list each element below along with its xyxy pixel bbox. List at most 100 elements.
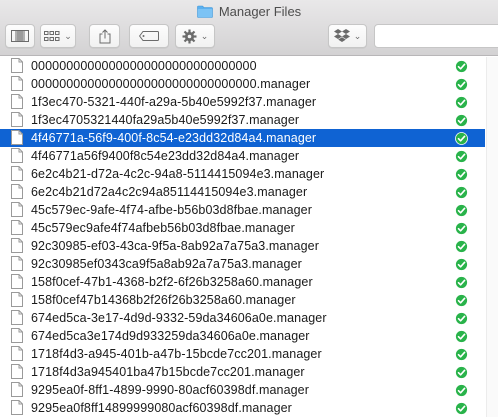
folder-icon bbox=[197, 5, 213, 18]
document-icon bbox=[11, 328, 23, 343]
sync-check-icon bbox=[455, 222, 468, 235]
search-field[interactable] bbox=[374, 24, 498, 48]
column-view-icon bbox=[11, 30, 29, 42]
document-icon bbox=[11, 310, 23, 325]
tag-button[interactable] bbox=[129, 24, 169, 48]
sync-check-icon bbox=[455, 96, 468, 109]
file-name: 1f3ec470-5321-440f-a29a-5b40e5992f37.man… bbox=[31, 95, 317, 109]
list-item[interactable]: 4f46771a56f9400f8c54e23dd32d84a4.manager bbox=[0, 147, 485, 165]
file-name: 4f46771a56f9400f8c54e23dd32d84a4.manager bbox=[31, 149, 300, 163]
document-icon bbox=[11, 76, 23, 91]
document-icon bbox=[11, 220, 23, 235]
file-name: 92c30985-ef03-43ca-9f5a-8ab92a7a75a3.man… bbox=[31, 239, 319, 253]
window-title: Manager Files bbox=[0, 4, 498, 19]
share-button[interactable] bbox=[89, 24, 120, 48]
file-name: 1718f4d3-a945-401b-a47b-15bcde7cc201.man… bbox=[31, 347, 322, 361]
document-icon bbox=[11, 130, 23, 145]
sync-check-icon bbox=[455, 384, 468, 397]
document-icon bbox=[11, 184, 23, 199]
sync-check-icon bbox=[455, 204, 468, 217]
sync-check-icon bbox=[455, 168, 468, 181]
sync-check-icon bbox=[455, 294, 468, 307]
document-icon bbox=[11, 166, 23, 181]
file-name: 6e2c4b21d72a4c2c94a85114415094e3.manager bbox=[31, 185, 308, 199]
sync-check-icon bbox=[455, 132, 468, 145]
chevron-down-icon: ⌄ bbox=[200, 30, 209, 41]
list-item[interactable]: 6e2c4b21-d72a-4c2c-94a8-5114415094e3.man… bbox=[0, 165, 485, 183]
dropbox-icon bbox=[333, 29, 350, 43]
list-item[interactable]: 92c30985ef0343ca9f5a8ab92a7a75a3.manager bbox=[0, 255, 485, 273]
file-name: 1f3ec4705321440fa29a5b40e5992f37.manager bbox=[31, 113, 300, 127]
file-name: 92c30985ef0343ca9f5a8ab92a7a75a3.manager bbox=[31, 257, 302, 271]
finder-window: Manager Files ⌄ ⌄ ⌄ 00000000000000000000… bbox=[0, 0, 498, 417]
document-icon bbox=[11, 292, 23, 307]
file-name: 9295ea0f-8ff1-4899-9990-80acf60398df.man… bbox=[31, 383, 309, 397]
gear-icon bbox=[182, 29, 197, 44]
sync-check-icon bbox=[455, 114, 468, 127]
list-item[interactable]: 00000000000000000000000000000000.manager bbox=[0, 75, 485, 93]
file-name: 00000000000000000000000000000000.manager bbox=[31, 77, 311, 91]
file-name: 45c579ec9afe4f74afbeb56b03d8fbae.manager bbox=[31, 221, 295, 235]
list-item[interactable]: 00000000000000000000000000000000 bbox=[0, 57, 485, 75]
sync-check-icon bbox=[455, 330, 468, 343]
file-name: 4f46771a-56f9-400f-8c54-e23dd32d84a4.man… bbox=[31, 131, 317, 145]
sync-check-icon bbox=[455, 348, 468, 361]
list-item[interactable]: 158f0cef-47b1-4368-b2f2-6f26b3258a60.man… bbox=[0, 273, 485, 291]
sync-check-icon bbox=[455, 276, 468, 289]
list-item[interactable]: 1718f4d3-a945-401b-a47b-15bcde7cc201.man… bbox=[0, 345, 485, 363]
sync-check-icon bbox=[455, 402, 468, 415]
list-item[interactable]: 9295ea0f-8ff1-4899-9990-80acf60398df.man… bbox=[0, 381, 485, 399]
file-name: 158f0cef-47b1-4368-b2f2-6f26b3258a60.man… bbox=[31, 275, 313, 289]
toolbar: ⌄ ⌄ ⌄ bbox=[0, 24, 498, 50]
file-name: 6e2c4b21-d72a-4c2c-94a8-5114415094e3.man… bbox=[31, 167, 325, 181]
action-button[interactable]: ⌄ bbox=[175, 24, 215, 48]
list-item[interactable]: 45c579ec-9afe-4f74-afbe-b56b03d8fbae.man… bbox=[0, 201, 485, 219]
list-item[interactable]: 674ed5ca3e174d9d933259da34606a0e.manager bbox=[0, 327, 485, 345]
list-item[interactable]: 1718f4d3a945401ba47b15bcde7cc201.manager bbox=[0, 363, 485, 381]
sync-check-icon bbox=[455, 60, 468, 73]
file-name: 158f0cef47b14368b2f26f26b3258a60.manager bbox=[31, 293, 296, 307]
file-name: 9295ea0f8ff14899999080acf60398df.manager bbox=[31, 401, 292, 415]
document-icon bbox=[11, 202, 23, 217]
list-item[interactable]: 1f3ec4705321440fa29a5b40e5992f37.manager bbox=[0, 111, 485, 129]
document-icon bbox=[11, 148, 23, 163]
sync-check-icon bbox=[455, 258, 468, 271]
file-name: 1718f4d3a945401ba47b15bcde7cc201.manager bbox=[31, 365, 305, 379]
grid-arrange-icon bbox=[44, 30, 60, 42]
arrange-button[interactable]: ⌄ bbox=[40, 24, 76, 48]
list-item[interactable]: 1f3ec470-5321-440f-a29a-5b40e5992f37.man… bbox=[0, 93, 485, 111]
list-item[interactable]: 92c30985-ef03-43ca-9f5a-8ab92a7a75a3.man… bbox=[0, 237, 485, 255]
document-icon bbox=[11, 400, 23, 415]
list-item[interactable]: 9295ea0f8ff14899999080acf60398df.manager bbox=[0, 399, 485, 417]
list-item[interactable]: 6e2c4b21d72a4c2c94a85114415094e3.manager bbox=[0, 183, 485, 201]
sync-check-icon bbox=[455, 78, 468, 91]
file-name: 45c579ec-9afe-4f74-afbe-b56b03d8fbae.man… bbox=[31, 203, 312, 217]
document-icon bbox=[11, 94, 23, 109]
view-mode-button[interactable] bbox=[5, 24, 35, 48]
file-list: 00000000000000000000000000000000 0000000… bbox=[0, 57, 498, 417]
sync-check-icon bbox=[455, 150, 468, 163]
document-icon bbox=[11, 238, 23, 253]
chevron-down-icon: ⌄ bbox=[353, 30, 362, 41]
file-name: 674ed5ca3e174d9d933259da34606a0e.manager bbox=[31, 329, 310, 343]
list-item-selected[interactable]: 4f46771a-56f9-400f-8c54-e23dd32d84a4.man… bbox=[0, 129, 485, 147]
tag-icon bbox=[139, 31, 159, 41]
list-item[interactable]: 674ed5ca-3e17-4d9d-9332-59da34606a0e.man… bbox=[0, 309, 485, 327]
document-icon bbox=[11, 58, 23, 73]
window-title-text: Manager Files bbox=[218, 4, 302, 19]
file-name: 674ed5ca-3e17-4d9d-9332-59da34606a0e.man… bbox=[31, 311, 327, 325]
list-item[interactable]: 45c579ec9afe4f74afbeb56b03d8fbae.manager bbox=[0, 219, 485, 237]
list-item[interactable]: 158f0cef47b14368b2f26f26b3258a60.manager bbox=[0, 291, 485, 309]
document-icon bbox=[11, 112, 23, 127]
sync-check-icon bbox=[455, 312, 468, 325]
document-icon bbox=[11, 346, 23, 361]
chevron-down-icon: ⌄ bbox=[64, 30, 72, 41]
sync-check-icon bbox=[455, 186, 468, 199]
file-name: 00000000000000000000000000000000 bbox=[31, 59, 257, 73]
sync-check-icon bbox=[455, 366, 468, 379]
document-icon bbox=[11, 274, 23, 289]
dropbox-button[interactable]: ⌄ bbox=[328, 24, 367, 48]
title-bar: Manager Files ⌄ ⌄ ⌄ bbox=[0, 0, 498, 56]
document-icon bbox=[11, 256, 23, 271]
share-icon bbox=[99, 28, 111, 44]
